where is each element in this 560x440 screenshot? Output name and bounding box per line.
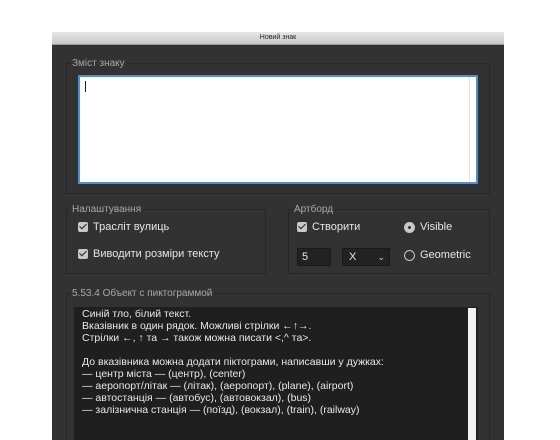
description-line: До вказівника можна додати піктограми, н… (82, 356, 384, 368)
show-size-label: Виводити розміри тексту (93, 248, 220, 260)
description-line: — автостанція — (автобус), (автовокзал),… (82, 392, 312, 404)
text-caret (85, 81, 86, 92)
geometric-radio[interactable]: Geometric (404, 249, 471, 261)
description-line: Вказівник в один рядок. Можливі стрілки … (82, 320, 312, 332)
description-line: — центр міста — (центр), (center) (82, 368, 246, 380)
settings-legend: Налаштування (72, 204, 142, 215)
checkbox-checked-icon (78, 249, 88, 259)
visible-label: Visible (420, 221, 453, 233)
sign-content-input[interactable] (78, 75, 478, 184)
description-line: Стрілки ←, ↑ та → також можна писати <,^… (82, 332, 312, 344)
description-scrollbar[interactable] (468, 308, 476, 440)
new-sign-window: Новий знак Зміст знаку Налаштування Трас… (52, 32, 504, 440)
transliterate-checkbox[interactable]: Трасліт вулиць (78, 221, 169, 233)
visible-radio[interactable]: Visible (404, 221, 452, 233)
description-line: — залізнична станція — (поїзд), (вокзал)… (82, 404, 360, 416)
geometric-label: Geometric (420, 249, 471, 261)
description-line (74, 344, 478, 356)
checkbox-checked-icon (297, 222, 307, 232)
checkbox-checked-icon (78, 222, 88, 232)
artboard-legend: Артборд (294, 204, 334, 215)
object-legend: 5.53.4 Объект с пиктограммой (72, 288, 213, 299)
description-line: — аеропорт/літак — (літак), (аеропорт), … (82, 380, 354, 392)
axis-select-value: X (349, 251, 357, 263)
transliterate-label: Трасліт вулиць (93, 221, 170, 233)
create-checkbox[interactable]: Створити (297, 221, 360, 233)
window-title: Новий знак (52, 32, 504, 45)
description-line: Синій тло, білий текст. (82, 308, 192, 320)
chevron-down-icon: ⌄ (377, 252, 385, 262)
radio-selected-icon (404, 221, 415, 233)
input-edge-line (469, 77, 470, 182)
radio-unselected-icon (404, 249, 415, 261)
show-size-checkbox[interactable]: Виводити розміри тексту (78, 248, 220, 260)
artboard-number-input[interactable]: 5 (297, 248, 331, 266)
content-legend: Зміст знаку (72, 58, 125, 69)
create-label: Створити (312, 221, 361, 233)
settings-group: Налаштування (66, 204, 266, 274)
object-description-text[interactable]: Синій тло, білий текст. Вказівник в один… (74, 307, 478, 440)
artboard-axis-select[interactable]: X ⌄ (342, 248, 390, 266)
